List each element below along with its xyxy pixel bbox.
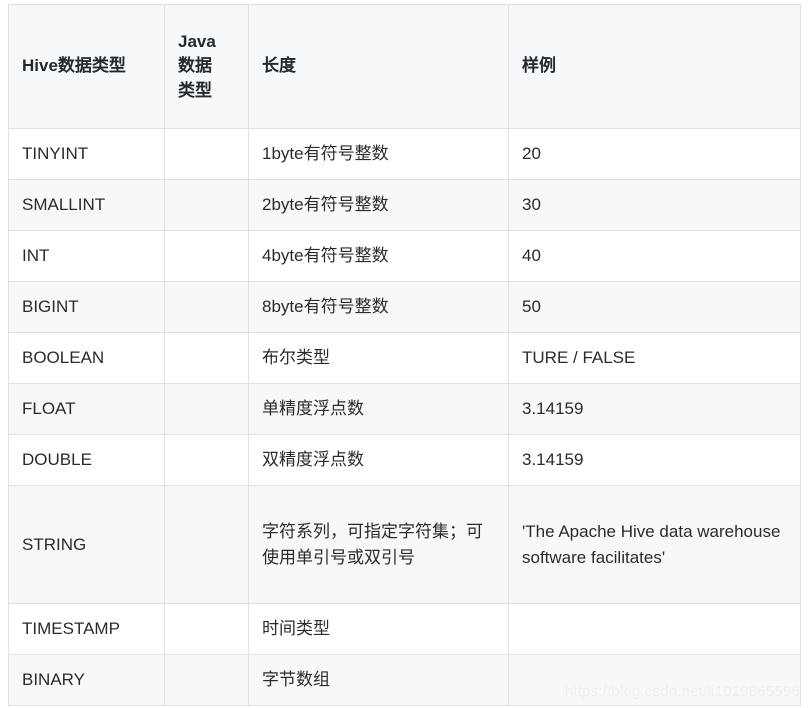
cell-hive-type: BINARY: [8, 654, 165, 706]
cell-java-type: [164, 332, 249, 384]
cell-sample: TURE / FALSE: [508, 332, 801, 384]
cell-hive-type: BOOLEAN: [8, 332, 165, 384]
cell-java-type: [164, 603, 249, 655]
table-row: STRING 字符系列，可指定字符集；可使用单引号或双引号 'The Apach…: [8, 485, 801, 604]
column-header-java-type-line1: Java: [178, 31, 216, 51]
column-header-java-type-line3: 类型: [178, 80, 212, 100]
cell-length: 4byte有符号整数: [248, 230, 509, 282]
table-row: BOOLEAN 布尔类型 TURE / FALSE: [8, 332, 801, 384]
table-header: Hive数据类型 Java 数据 类型 长度 样例: [8, 4, 801, 129]
cell-java-type: [164, 654, 249, 706]
cell-sample: [508, 603, 801, 655]
cell-java-type: [164, 434, 249, 486]
cell-length: 布尔类型: [248, 332, 509, 384]
cell-hive-type: SMALLINT: [8, 179, 165, 231]
cell-sample: [508, 654, 801, 706]
table-row: INT 4byte有符号整数 40: [8, 230, 801, 282]
column-header-sample: 样例: [508, 4, 801, 129]
column-header-java-type-line2: 数据: [178, 56, 212, 76]
cell-length: 时间类型: [248, 603, 509, 655]
cell-hive-type: STRING: [8, 485, 165, 604]
cell-sample: 20: [508, 128, 801, 180]
table-row: DOUBLE 双精度浮点数 3.14159: [8, 434, 801, 486]
column-header-length: 长度: [248, 4, 509, 129]
cell-length: 单精度浮点数: [248, 383, 509, 435]
column-header-java-type: Java 数据 类型: [164, 4, 249, 129]
page-root: Hive数据类型 Java 数据 类型 长度 样例 TINYINT 1byte有…: [0, 0, 808, 708]
table-header-row: Hive数据类型 Java 数据 类型 长度 样例: [8, 4, 801, 129]
cell-java-type: [164, 485, 249, 604]
cell-length: 2byte有符号整数: [248, 179, 509, 231]
cell-length: 双精度浮点数: [248, 434, 509, 486]
table-row: TINYINT 1byte有符号整数 20: [8, 128, 801, 180]
cell-length: 字节数组: [248, 654, 509, 706]
cell-java-type: [164, 128, 249, 180]
cell-sample: 3.14159: [508, 383, 801, 435]
cell-hive-type: TIMESTAMP: [8, 603, 165, 655]
cell-sample: 40: [508, 230, 801, 282]
column-header-hive-type: Hive数据类型: [8, 4, 165, 129]
cell-hive-type: DOUBLE: [8, 434, 165, 486]
cell-length: 字符系列，可指定字符集；可使用单引号或双引号: [248, 485, 509, 604]
cell-length: 1byte有符号整数: [248, 128, 509, 180]
hive-data-types-table: Hive数据类型 Java 数据 类型 长度 样例 TINYINT 1byte有…: [8, 4, 801, 706]
table-row: FLOAT 单精度浮点数 3.14159: [8, 383, 801, 435]
cell-java-type: [164, 179, 249, 231]
table-body: TINYINT 1byte有符号整数 20 SMALLINT 2byte有符号整…: [8, 128, 801, 706]
table-row: BINARY 字节数组: [8, 654, 801, 706]
cell-java-type: [164, 383, 249, 435]
cell-length: 8byte有符号整数: [248, 281, 509, 333]
cell-java-type: [164, 281, 249, 333]
table-row: SMALLINT 2byte有符号整数 30: [8, 179, 801, 231]
cell-sample: 30: [508, 179, 801, 231]
cell-sample: 3.14159: [508, 434, 801, 486]
cell-hive-type: FLOAT: [8, 383, 165, 435]
cell-hive-type: TINYINT: [8, 128, 165, 180]
hive-data-types-table-container: Hive数据类型 Java 数据 类型 长度 样例 TINYINT 1byte有…: [8, 4, 801, 706]
table-row: TIMESTAMP 时间类型: [8, 603, 801, 655]
cell-sample: 'The Apache Hive data warehouse software…: [508, 485, 801, 604]
cell-java-type: [164, 230, 249, 282]
cell-hive-type: INT: [8, 230, 165, 282]
cell-sample: 50: [508, 281, 801, 333]
table-row: BIGINT 8byte有符号整数 50: [8, 281, 801, 333]
cell-hive-type: BIGINT: [8, 281, 165, 333]
